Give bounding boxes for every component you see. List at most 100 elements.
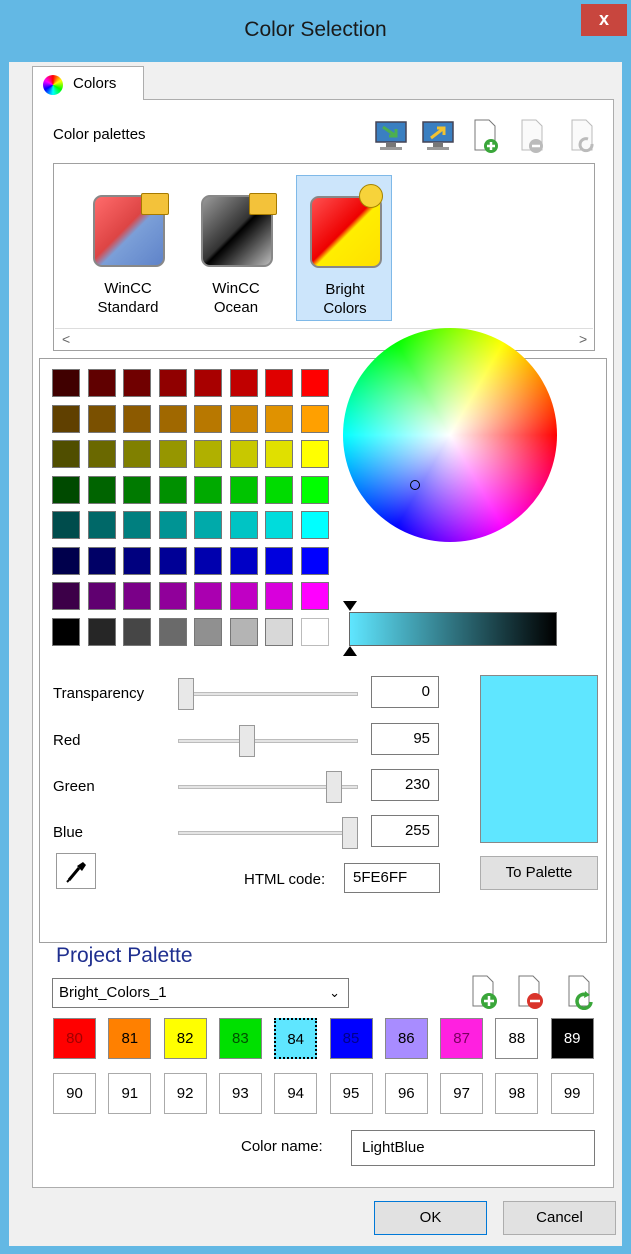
color-swatch[interactable] — [265, 404, 293, 433]
color-swatch[interactable] — [265, 440, 293, 468]
palette-color-cell[interactable]: 80 — [53, 1018, 96, 1059]
color-swatch[interactable] — [87, 617, 116, 646]
color-swatch[interactable] — [194, 369, 222, 397]
color-swatch[interactable] — [265, 617, 293, 646]
palette-color-cell[interactable]: 81 — [108, 1018, 152, 1059]
palette-color-cell[interactable]: 85 — [329, 1018, 373, 1059]
color-swatch[interactable] — [158, 369, 187, 397]
color-swatch[interactable] — [87, 475, 116, 504]
color-wheel[interactable] — [343, 328, 557, 542]
to-palette-button[interactable]: To Palette — [480, 856, 598, 890]
color-swatch[interactable] — [300, 511, 329, 539]
color-swatch[interactable] — [52, 404, 80, 433]
color-swatch[interactable] — [158, 617, 187, 646]
palette-color-cell[interactable]: 98 — [495, 1073, 539, 1114]
scroll-right-icon[interactable]: > — [579, 331, 587, 347]
tab-colors[interactable]: Colors — [32, 66, 144, 100]
color-swatch[interactable] — [300, 617, 329, 646]
color-swatch[interactable] — [52, 440, 80, 468]
color-swatch[interactable] — [300, 404, 329, 433]
color-swatch[interactable] — [123, 582, 151, 610]
palette-color-cell[interactable]: 88 — [495, 1018, 539, 1059]
palette-color-cell[interactable]: 91 — [108, 1073, 152, 1114]
color-swatch[interactable] — [123, 440, 151, 468]
eyedropper-button[interactable] — [56, 853, 96, 889]
color-swatch[interactable] — [123, 475, 151, 504]
color-swatch[interactable] — [87, 582, 116, 610]
color-swatch[interactable] — [158, 404, 187, 433]
color-swatch[interactable] — [52, 617, 80, 646]
color-swatch[interactable] — [52, 511, 80, 539]
palette-color-cell[interactable]: 84 — [274, 1018, 318, 1059]
color-swatch[interactable] — [194, 617, 222, 646]
color-swatch[interactable] — [87, 546, 116, 575]
palette-color-cell[interactable]: 95 — [329, 1073, 373, 1114]
color-swatch[interactable] — [123, 511, 151, 539]
palette-color-cell[interactable]: 96 — [384, 1073, 428, 1114]
add-palette-icon[interactable] — [469, 118, 503, 154]
luminance-bar[interactable] — [349, 612, 557, 646]
color-swatch[interactable] — [123, 369, 151, 397]
color-swatch[interactable] — [87, 511, 116, 539]
color-swatch[interactable] — [158, 582, 187, 610]
color-swatch[interactable] — [229, 617, 258, 646]
blue-thumb[interactable] — [342, 817, 358, 849]
color-wheel-marker[interactable] — [410, 480, 420, 490]
color-swatch[interactable] — [265, 582, 293, 610]
color-swatch[interactable] — [229, 404, 258, 433]
palette-scrollbar[interactable]: < > — [55, 328, 593, 350]
remove-palette-icon[interactable] — [516, 118, 550, 154]
red-value[interactable]: 95 — [371, 723, 439, 755]
transparency-track[interactable] — [178, 692, 358, 696]
color-swatch[interactable] — [300, 582, 329, 610]
palette-color-cell[interactable]: 97 — [440, 1073, 484, 1114]
cancel-button[interactable]: Cancel — [503, 1201, 616, 1235]
color-swatch[interactable] — [123, 404, 151, 433]
luminance-marker-bottom[interactable] — [343, 646, 357, 656]
color-swatch[interactable] — [265, 511, 293, 539]
transparency-value[interactable]: 0 — [371, 676, 439, 708]
color-swatch[interactable] — [300, 475, 329, 504]
color-swatch[interactable] — [194, 582, 222, 610]
color-swatch[interactable] — [87, 369, 116, 397]
color-swatch[interactable] — [229, 475, 258, 504]
palette-color-cell[interactable]: 82 — [163, 1018, 207, 1059]
red-thumb[interactable] — [239, 725, 256, 757]
color-swatch[interactable] — [52, 582, 80, 610]
color-swatch[interactable] — [158, 511, 187, 539]
palette-wincc-ocean[interactable]: WinCC Ocean — [188, 175, 284, 321]
color-swatch[interactable] — [87, 404, 116, 433]
color-swatch[interactable] — [265, 369, 293, 397]
palette-select[interactable]: Bright_Colors_1 ⌄ — [52, 978, 349, 1008]
color-swatch[interactable] — [229, 546, 258, 575]
blue-value[interactable]: 255 — [371, 815, 439, 847]
color-swatch[interactable] — [194, 546, 222, 575]
monitor-import-icon[interactable] — [374, 118, 408, 154]
color-swatch[interactable] — [194, 475, 222, 504]
color-swatch[interactable] — [300, 546, 329, 575]
palette-color-cell[interactable]: 90 — [53, 1073, 96, 1114]
remove-color-icon[interactable] — [515, 974, 549, 1010]
color-swatch[interactable] — [300, 440, 329, 468]
color-swatch[interactable] — [158, 546, 187, 575]
palette-color-cell[interactable]: 86 — [384, 1018, 428, 1059]
blue-track[interactable] — [178, 831, 358, 835]
transparency-thumb[interactable] — [178, 678, 194, 710]
red-track[interactable] — [178, 739, 358, 743]
green-value[interactable]: 230 — [371, 769, 439, 801]
color-swatch[interactable] — [229, 440, 258, 468]
color-swatch[interactable] — [123, 546, 151, 575]
color-swatch[interactable] — [158, 440, 187, 468]
scroll-left-icon[interactable]: < — [62, 331, 70, 347]
palette-color-cell[interactable]: 83 — [218, 1018, 262, 1059]
monitor-export-icon[interactable] — [421, 118, 455, 154]
ok-button[interactable]: OK — [374, 1201, 487, 1235]
palette-bright-colors[interactable]: Bright Colors — [296, 175, 392, 321]
palette-color-cell[interactable]: 93 — [218, 1073, 262, 1114]
color-swatch[interactable] — [194, 440, 222, 468]
html-code-field[interactable]: 5FE6FF — [344, 863, 440, 893]
color-name-field[interactable]: LightBlue — [351, 1130, 595, 1166]
reset-colors-icon[interactable] — [565, 974, 599, 1011]
palette-color-cell[interactable]: 99 — [550, 1073, 594, 1114]
color-swatch[interactable] — [52, 475, 80, 504]
